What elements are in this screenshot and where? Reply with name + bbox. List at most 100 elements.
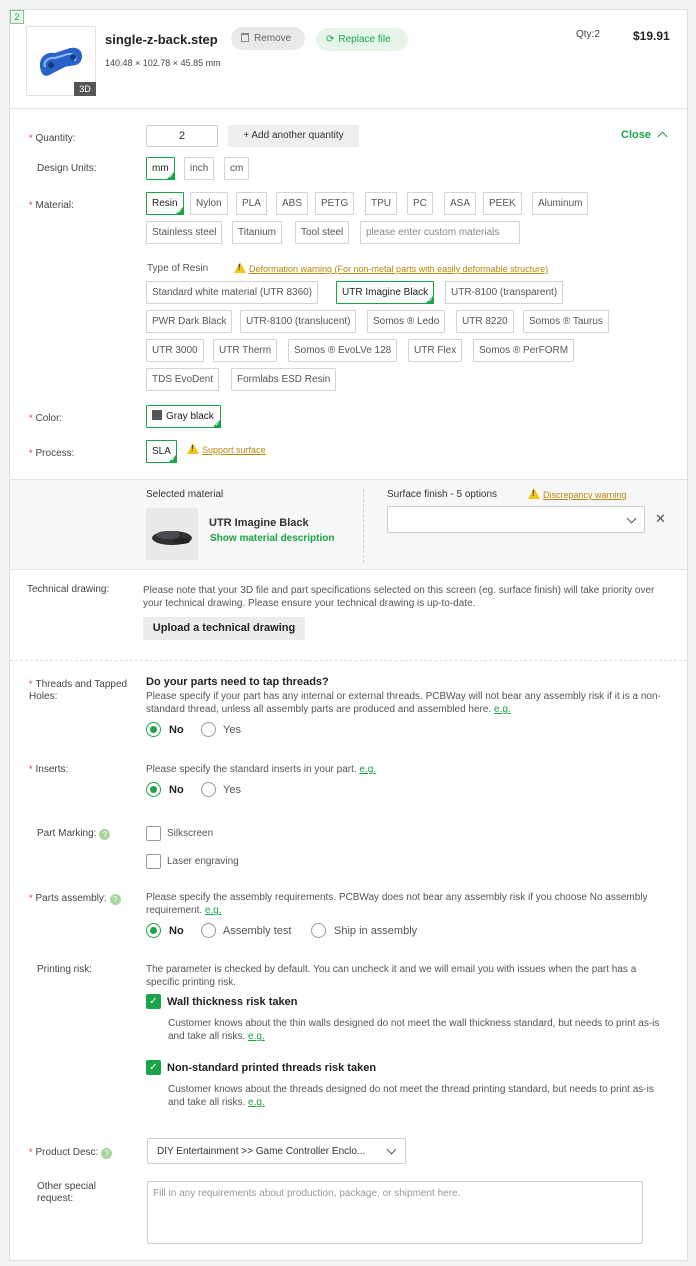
material-asa[interactable]: ASA: [444, 192, 477, 215]
threads-no-label[interactable]: No: [169, 723, 184, 737]
ship-in-assembly-radio[interactable]: [311, 923, 326, 938]
unit-cm[interactable]: cm: [224, 157, 250, 180]
resin-utr-8100-translucent[interactable]: UTR-8100 (translucent): [240, 310, 357, 333]
help-icon[interactable]: ?: [99, 829, 111, 840]
resin-somos-perform[interactable]: Somos ® PerFORM: [473, 339, 575, 362]
support-surface-link[interactable]: Support surface: [187, 443, 266, 455]
part-card: 2 3D single-z-back.step Remove ⟳ Replace …: [9, 9, 688, 1261]
resin-utr-therm[interactable]: UTR Therm: [213, 339, 278, 362]
inserts-no-label[interactable]: No: [169, 783, 184, 797]
divider: [10, 108, 687, 109]
clear-finish-icon[interactable]: ✕: [655, 511, 666, 527]
material-stainless-steel[interactable]: Stainless steel: [146, 221, 223, 244]
threads-no-radio[interactable]: [146, 722, 161, 737]
wall-thickness-checkbox[interactable]: ✓: [146, 994, 161, 1009]
help-icon[interactable]: ?: [101, 1148, 113, 1159]
assembly-no-radio[interactable]: [146, 923, 161, 938]
3d-badge[interactable]: 3D: [74, 82, 96, 96]
laser-engraving-label[interactable]: Laser engraving: [167, 855, 239, 869]
custom-material-input[interactable]: please enter custom materials: [360, 221, 520, 244]
ship-in-assembly-label[interactable]: Ship in assembly: [334, 924, 417, 938]
material-titanium[interactable]: Titanium: [232, 221, 282, 244]
threads-yes-label[interactable]: Yes: [223, 723, 241, 737]
dashed-divider: [10, 660, 687, 661]
inserts-yes-radio[interactable]: [201, 782, 216, 797]
threads-description: Please specify if your part has any inte…: [146, 691, 661, 715]
material-nylon[interactable]: Nylon: [190, 192, 228, 215]
unit-inch[interactable]: inch: [184, 157, 215, 180]
upload-drawing-button[interactable]: Upload a technical drawing: [143, 617, 305, 640]
material-tool-steel[interactable]: Tool steel: [295, 221, 350, 244]
threads-risk-checkbox[interactable]: ✓: [146, 1060, 161, 1075]
qty-summary: Qty:2: [576, 29, 600, 40]
process-sla[interactable]: SLA: [146, 440, 177, 463]
quantity-label: * Quantity:: [29, 133, 76, 144]
silkscreen-checkbox[interactable]: [146, 826, 161, 841]
material-description-link[interactable]: Show material description: [210, 533, 334, 544]
panel-divider: [363, 489, 364, 563]
selected-material-heading: Selected material: [146, 489, 224, 500]
product-desc-label: * Product Desc:?: [29, 1146, 113, 1159]
material-pla[interactable]: PLA: [236, 192, 267, 215]
resin-somos-taurus[interactable]: Somos ® Taurus: [523, 310, 609, 333]
part-thumbnail[interactable]: 3D: [26, 26, 96, 96]
wall-thickness-desc: Customer knows about the thin walls desi…: [168, 1018, 660, 1042]
deformation-warning[interactable]: Deformation warning (For non-metal parts…: [234, 262, 548, 274]
material-tpu[interactable]: TPU: [365, 192, 397, 215]
wall-thickness-eg-link[interactable]: e.g.: [248, 1031, 265, 1042]
unit-mm[interactable]: mm: [146, 157, 175, 180]
resin-pwr-dark-black[interactable]: PWR Dark Black: [146, 310, 233, 333]
inserts-eg-link[interactable]: e.g.: [359, 764, 376, 775]
threads-label: * Threads and Tapped Holes:: [29, 679, 128, 702]
technical-drawing-label: Technical drawing:: [27, 584, 110, 595]
threads-risk-title[interactable]: Non-standard printed threads risk taken: [167, 1061, 376, 1075]
warning-icon: [528, 488, 540, 499]
threads-eg-link[interactable]: e.g.: [494, 704, 511, 715]
surface-finish-select[interactable]: [387, 506, 645, 533]
silkscreen-label[interactable]: Silkscreen: [167, 827, 213, 841]
color-gray-black[interactable]: Gray black: [146, 405, 221, 428]
assembly-test-label[interactable]: Assembly test: [223, 924, 291, 938]
inserts-no-radio[interactable]: [146, 782, 161, 797]
wall-thickness-title[interactable]: Wall thickness risk taken: [167, 995, 297, 1009]
chevron-down-icon: [626, 513, 637, 524]
inserts-yes-label[interactable]: Yes: [223, 783, 241, 797]
warning-icon: [187, 443, 199, 454]
resin-somos-ledo[interactable]: Somos ® Ledo: [367, 310, 446, 333]
resin-utr-8220[interactable]: UTR 8220: [456, 310, 514, 333]
threads-yes-radio[interactable]: [201, 722, 216, 737]
material-abs[interactable]: ABS: [276, 192, 309, 215]
assembly-eg-link[interactable]: e.g.: [205, 905, 222, 916]
chevron-down-icon: [386, 1144, 397, 1155]
resin-utr-imagine-black[interactable]: UTR Imagine Black: [336, 281, 435, 304]
quantity-input[interactable]: 2: [146, 125, 218, 147]
resin-somos-evolve[interactable]: Somos ® EvoLVe 128: [288, 339, 398, 362]
material-peek[interactable]: PEEK: [483, 192, 522, 215]
assembly-no-label[interactable]: No: [169, 924, 184, 938]
resin-utr-8100-transparent[interactable]: UTR-8100 (transparent): [445, 281, 564, 304]
replace-file-button[interactable]: ⟳ Replace file: [316, 28, 408, 51]
resin-utr-flex[interactable]: UTR Flex: [408, 339, 463, 362]
trash-icon: [241, 33, 249, 42]
refresh-icon: ⟳: [326, 34, 335, 45]
add-quantity-button[interactable]: + Add another quantity: [228, 125, 359, 147]
resin-utr-3000[interactable]: UTR 3000: [146, 339, 204, 362]
file-name: single-z-back.step: [105, 32, 218, 47]
special-request-textarea[interactable]: Fill in any requirements about productio…: [147, 1181, 643, 1244]
discrepancy-warning[interactable]: Discrepancy warning: [528, 488, 627, 500]
remove-button[interactable]: Remove: [231, 27, 305, 50]
help-icon[interactable]: ?: [109, 894, 121, 905]
material-aluminum[interactable]: Aluminum: [532, 192, 589, 215]
laser-engraving-checkbox[interactable]: [146, 854, 161, 869]
resin-standard-white[interactable]: Standard white material (UTR 8360): [146, 281, 319, 304]
assembly-test-radio[interactable]: [201, 923, 216, 938]
material-petg[interactable]: PETG: [315, 192, 355, 215]
material-resin[interactable]: Resin: [146, 192, 184, 215]
resin-tds-evodent[interactable]: TDS EvoDent: [146, 368, 220, 391]
part-marking-label: Part Marking:?: [37, 828, 111, 840]
threads-risk-eg-link[interactable]: e.g.: [248, 1097, 265, 1108]
material-pc[interactable]: PC: [407, 192, 433, 215]
resin-formlabs-esd[interactable]: Formlabs ESD Resin: [231, 368, 337, 391]
product-desc-select[interactable]: DIY Entertainment >> Game Controller Enc…: [147, 1138, 406, 1164]
close-toggle[interactable]: Close: [621, 129, 668, 142]
